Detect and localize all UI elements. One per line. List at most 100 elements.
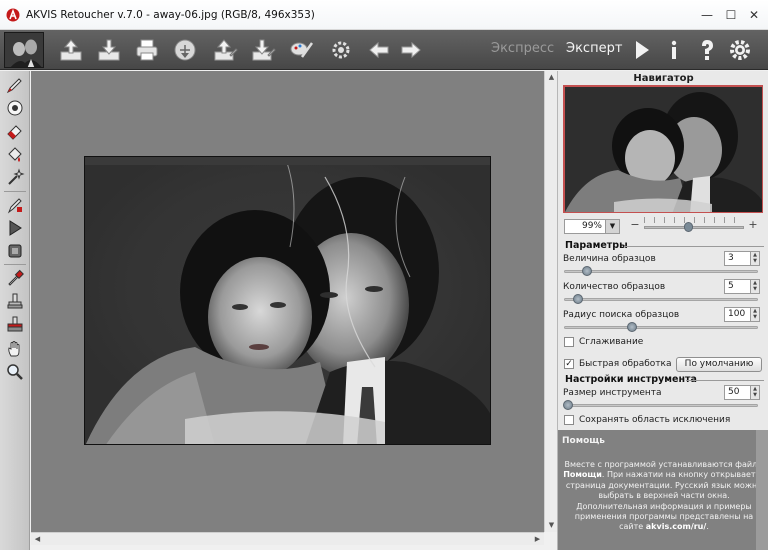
photo-image[interactable] — [84, 156, 491, 445]
zoom-field[interactable]: 99% ▼ — [564, 219, 620, 234]
hand-tool[interactable] — [5, 339, 25, 359]
tools-panel — [0, 71, 30, 550]
sample-size-slider[interactable] — [564, 270, 758, 273]
save-exclusion-label: Сохранять область исключения — [579, 415, 731, 425]
search-radius-slider-handle[interactable] — [626, 322, 637, 332]
clone-tool[interactable] — [5, 291, 25, 311]
print-icon — [136, 39, 158, 61]
smoothing-checkbox[interactable] — [564, 337, 574, 347]
default-button[interactable]: По умолчанию — [676, 357, 762, 372]
stamp-tool[interactable] — [5, 98, 25, 118]
scroll-right-icon[interactable]: ▶ — [531, 533, 544, 546]
redo-button[interactable] — [398, 37, 424, 63]
selection-arrow-icon — [9, 220, 22, 236]
fast-processing-checkbox[interactable]: ✓ — [564, 359, 574, 369]
magic-wand-tool[interactable] — [5, 167, 25, 187]
selection-arrow-tool[interactable] — [5, 218, 25, 238]
share-icon — [174, 39, 196, 61]
redo-icon — [401, 41, 421, 59]
image-canvas[interactable] — [31, 71, 544, 532]
search-radius-slider[interactable] — [564, 326, 758, 329]
tool-settings-title: Настройки инструмента — [565, 374, 697, 385]
help-link-site[interactable]: akvis.com/ru/ — [646, 522, 707, 531]
batch-button[interactable] — [288, 37, 314, 63]
sample-size-value: 3 — [728, 253, 734, 263]
settings-panel: Навигатор 99% ▼ − + Параметры Величина о… — [557, 71, 768, 550]
tool-size-slider-handle[interactable] — [562, 400, 573, 410]
help-text-part: . — [706, 522, 709, 532]
vertical-scrollbar[interactable]: ▲ ▼ — [544, 71, 557, 532]
tool-size-slider[interactable] — [564, 404, 758, 407]
eyedropper-tool[interactable] — [5, 268, 25, 288]
crop-tool[interactable] — [5, 241, 25, 261]
share-button[interactable] — [172, 37, 198, 63]
smoothing-label: Сглаживание — [579, 337, 644, 347]
save-exclusion-checkbox[interactable] — [564, 415, 574, 425]
zoom-ticks — [644, 217, 744, 223]
mode-expert-tab[interactable]: Эксперт — [566, 41, 622, 56]
close-button[interactable]: ✕ — [745, 6, 763, 24]
navigator-preview[interactable] — [563, 85, 763, 213]
eraser-tool[interactable] — [5, 121, 25, 141]
info-button[interactable] — [661, 37, 687, 63]
spinner-arrows-icon[interactable]: ▲ ▼ — [750, 308, 759, 321]
sample-count-label: Количество образцов — [563, 282, 666, 292]
run-icon — [636, 41, 649, 59]
sample-count-slider[interactable] — [564, 298, 758, 301]
save-button[interactable] — [96, 37, 122, 63]
undo-icon — [369, 41, 389, 59]
help-panel: Помощь Вместе с программой устанавливают… — [558, 430, 768, 550]
spinner-arrows-icon[interactable]: ▲ ▼ — [750, 252, 759, 265]
preferences-button[interactable] — [328, 37, 354, 63]
smudge-tool[interactable] — [5, 314, 25, 334]
settings-button[interactable] — [727, 37, 753, 63]
help-button[interactable] — [694, 37, 720, 63]
retouch-brush-icon — [6, 78, 22, 94]
horizontal-scrollbar[interactable]: ◀ ▶ — [31, 532, 544, 545]
minimize-button[interactable]: — — [698, 6, 716, 24]
help-scrollbar[interactable] — [756, 430, 768, 550]
tool-size-spinner[interactable]: 50 ▲ ▼ — [724, 385, 760, 400]
zoom-in-button[interactable]: + — [748, 219, 758, 233]
scroll-left-icon[interactable]: ◀ — [31, 533, 44, 546]
spinner-arrows-icon[interactable]: ▲ ▼ — [750, 386, 759, 399]
spinner-arrows-icon[interactable]: ▲ ▼ — [750, 280, 759, 293]
fill-tool[interactable] — [5, 144, 25, 164]
zoom-out-button[interactable]: − — [630, 219, 640, 233]
sample-size-spinner[interactable]: 3 ▲ ▼ — [724, 251, 760, 266]
tool-separator — [4, 264, 26, 265]
fill-icon — [8, 147, 22, 162]
undo-button[interactable] — [366, 37, 392, 63]
akvis-logo-icon — [6, 8, 20, 22]
help-text: Вместе с программой устанавливаются файл… — [562, 460, 766, 533]
export-presets-button[interactable] — [250, 37, 276, 63]
import-presets-button[interactable] — [212, 37, 238, 63]
open-icon — [60, 39, 82, 61]
params-title: Параметры — [565, 240, 628, 251]
zoom-tool[interactable] — [5, 362, 25, 382]
stamp-icon — [7, 100, 23, 116]
fast-processing-label: Быстрая обработка — [579, 359, 672, 369]
retouch-brush-tool[interactable] — [5, 75, 25, 95]
print-button[interactable] — [134, 37, 160, 63]
zoom-dropdown-icon[interactable]: ▼ — [605, 220, 619, 233]
zoom-slider-handle[interactable] — [684, 222, 693, 232]
sample-size-slider-handle[interactable] — [582, 266, 593, 276]
search-radius-spinner[interactable]: 100 ▲ ▼ — [724, 307, 760, 322]
tool-settings-divider — [686, 380, 764, 381]
image-thumbnail[interactable] — [4, 32, 44, 68]
patch-icon — [7, 198, 22, 214]
patch-tool[interactable] — [5, 195, 25, 215]
eraser-icon — [7, 125, 22, 140]
export-presets-icon — [252, 39, 276, 61]
help-link-help[interactable]: Помощи — [563, 470, 602, 479]
sample-count-slider-handle[interactable] — [572, 294, 583, 304]
sample-count-spinner[interactable]: 5 ▲ ▼ — [724, 279, 760, 294]
open-button[interactable] — [58, 37, 84, 63]
maximize-button[interactable]: ☐ — [722, 6, 740, 24]
mode-express-tab[interactable]: Экспресс — [491, 41, 554, 56]
clone-icon — [7, 293, 23, 309]
help-icon — [702, 40, 713, 60]
zoom-slider[interactable] — [644, 226, 744, 229]
run-button[interactable] — [628, 37, 654, 63]
